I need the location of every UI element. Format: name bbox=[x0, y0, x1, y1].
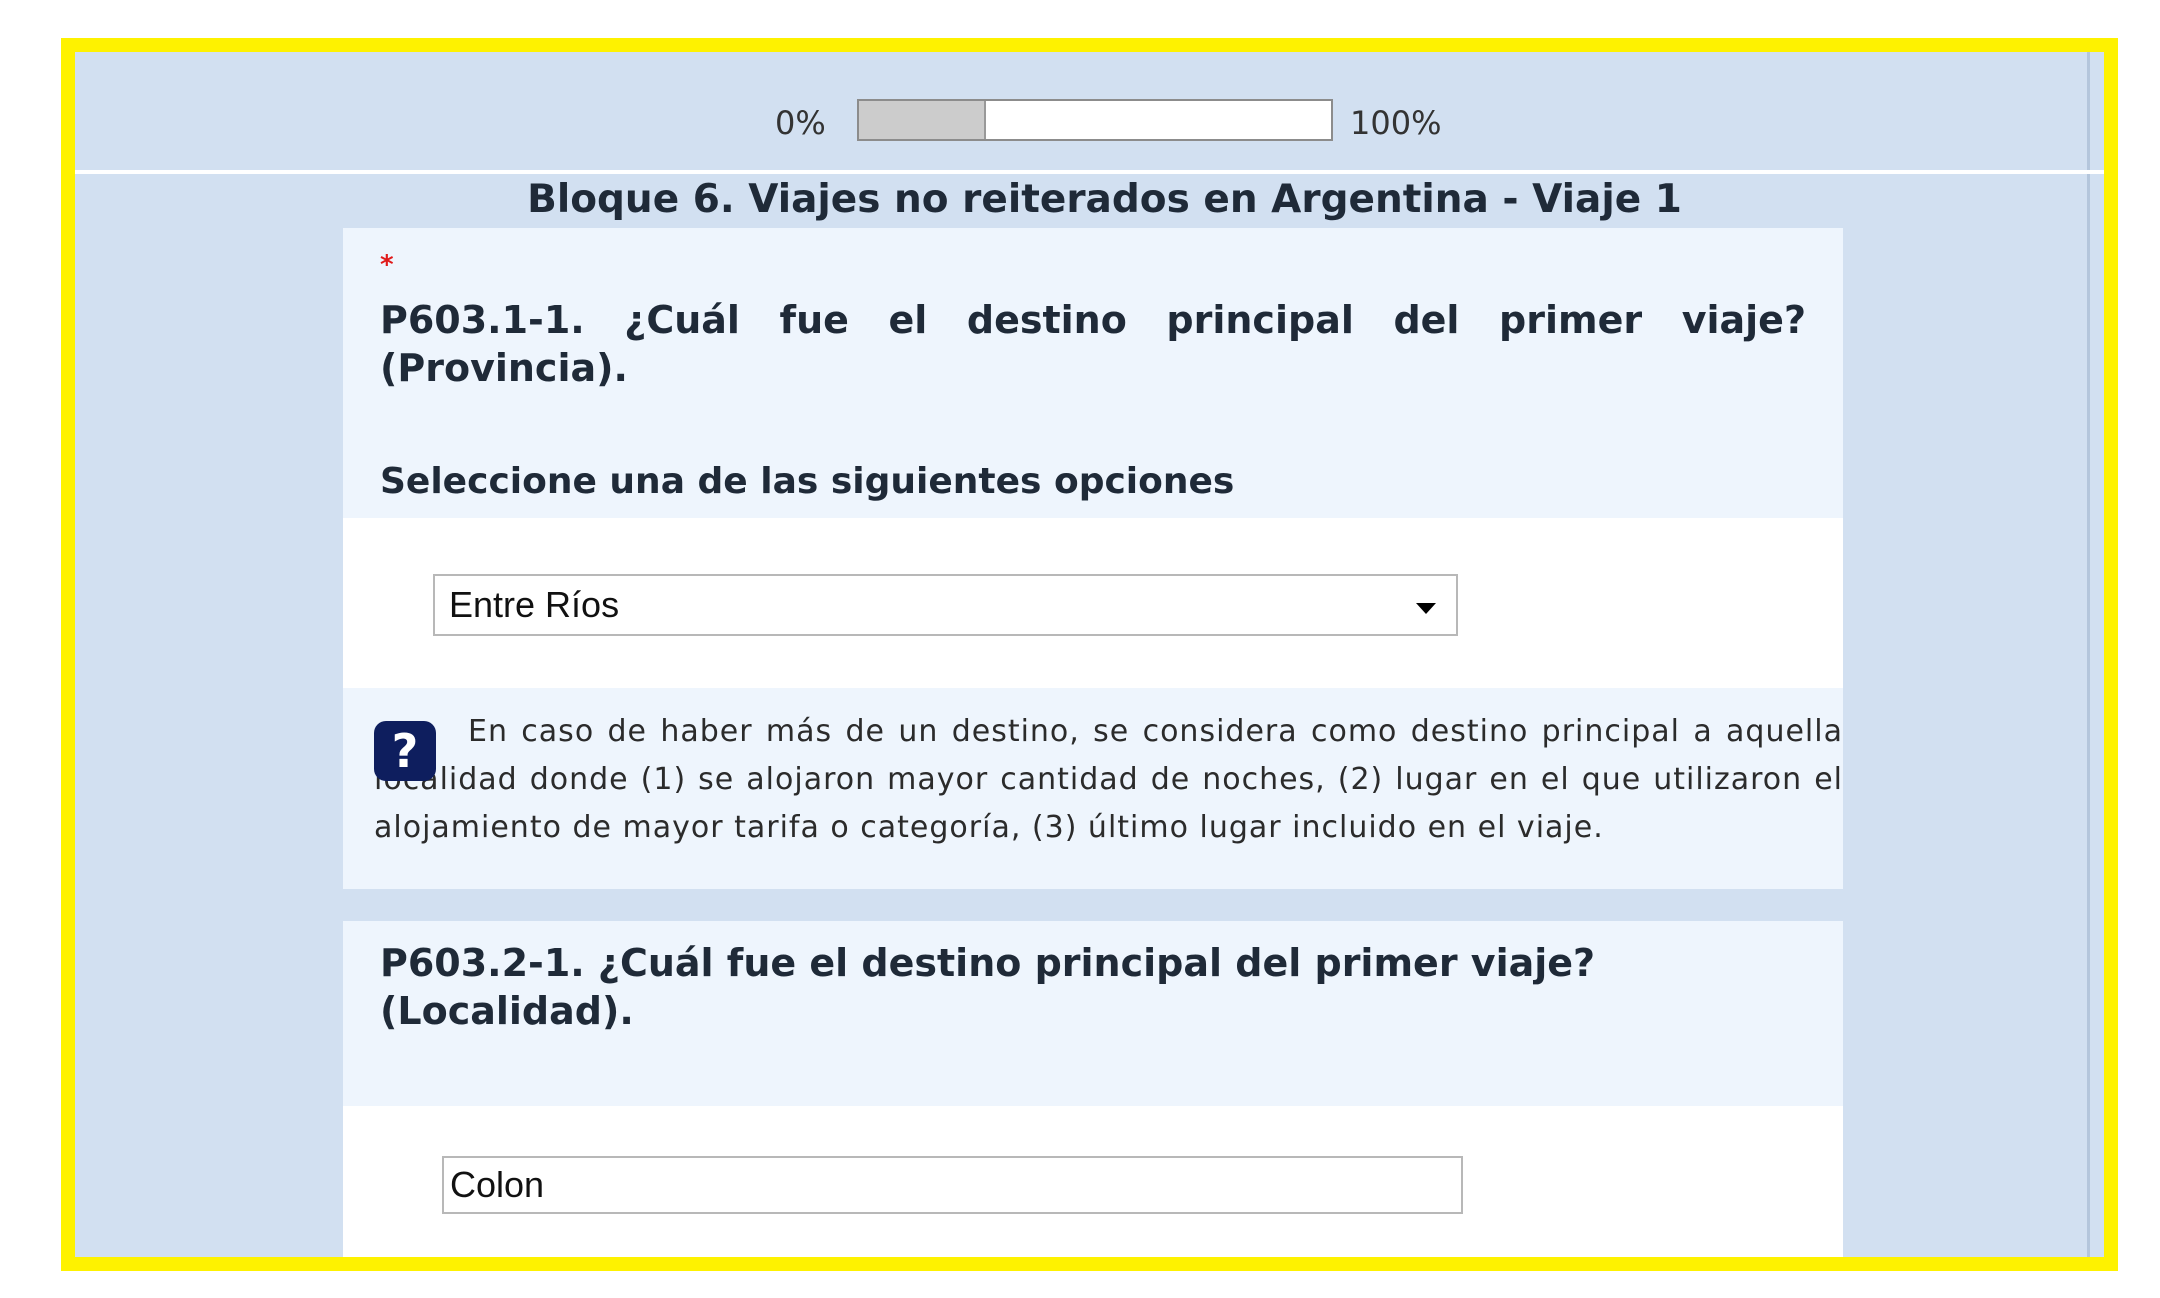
required-marker: * bbox=[380, 250, 394, 280]
chevron-down-icon[interactable] bbox=[1416, 603, 1436, 614]
frame-divider bbox=[2087, 52, 2090, 1257]
progress-row: 0% 100% bbox=[75, 52, 2104, 174]
provincia-select-value: Entre Ríos bbox=[449, 584, 620, 625]
question-text-localidad: P603.2-1. ¿Cuál fue el destino principal… bbox=[380, 941, 1596, 1033]
question-text-provincia: P603.1-1. ¿Cuál fue el destino principal… bbox=[380, 298, 1806, 390]
help-note: En caso de haber más de un destino, se c… bbox=[343, 706, 1843, 889]
progress-max-label: 100% bbox=[1350, 104, 1442, 142]
block-title: Bloque 6. Viajes no reiterados en Argent… bbox=[527, 177, 1682, 222]
answer-area-localidad: Colon bbox=[343, 1106, 1843, 1257]
question-card-provincia: * P603.1-1. ¿Cuál fue el destino princip… bbox=[343, 228, 1843, 889]
question-card-localidad: P603.2-1. ¿Cuál fue el destino principal… bbox=[343, 921, 1843, 1257]
survey-frame: 0% 100% Bloque 6. Viajes no reiterados e… bbox=[61, 38, 2118, 1271]
progress-bar-fill bbox=[859, 101, 987, 139]
answer-area-provincia: Entre Ríos bbox=[343, 518, 1843, 688]
help-text: En caso de haber más de un destino, se c… bbox=[374, 714, 1843, 845]
progress-bar bbox=[857, 99, 1333, 141]
question-instruction: Seleccione una de las siguientes opcione… bbox=[380, 461, 1235, 502]
provincia-select[interactable]: Entre Ríos bbox=[433, 574, 1458, 636]
help-icon: ? bbox=[374, 721, 436, 781]
progress-min-label: 0% bbox=[775, 104, 826, 142]
localidad-input[interactable]: Colon bbox=[442, 1156, 1463, 1214]
